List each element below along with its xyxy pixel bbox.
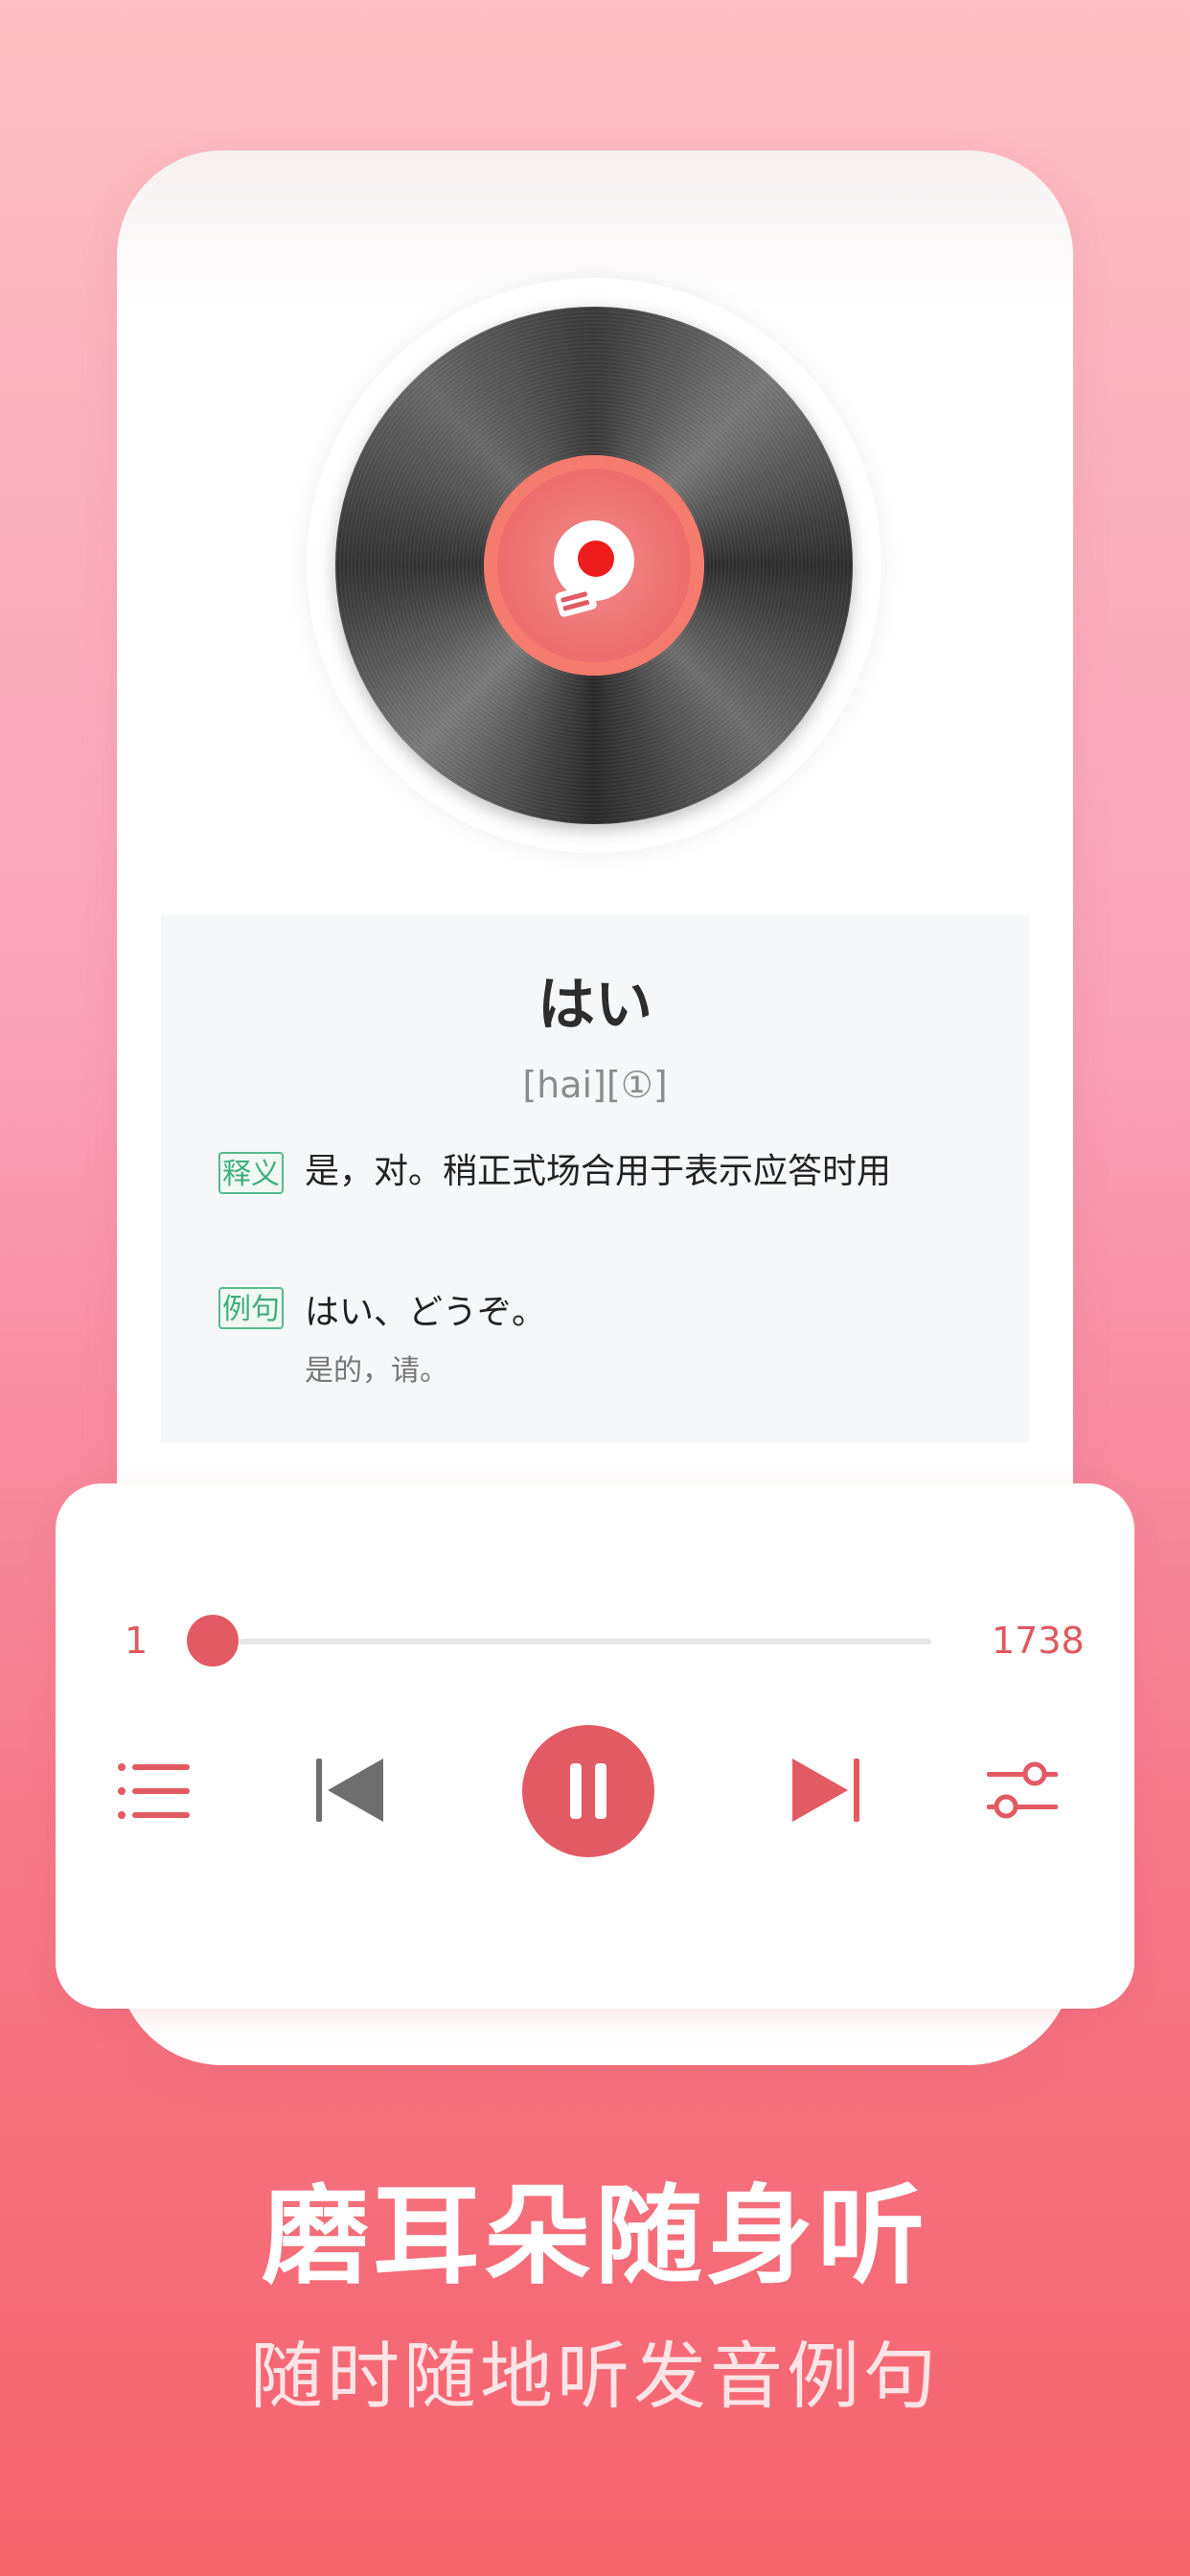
progress-thumb[interactable] bbox=[187, 1615, 239, 1667]
definition-text: 是，对。稍正式场合用于表示应答时用 bbox=[305, 1152, 892, 1191]
example-translation: 是的，请。 bbox=[305, 1354, 448, 1388]
example-text: はい、どうぞ。 bbox=[305, 1293, 547, 1332]
app-logo-icon bbox=[554, 520, 634, 617]
playlist-icon[interactable] bbox=[117, 1761, 192, 1821]
example-tag: 例句 bbox=[218, 1287, 284, 1329]
promo-headline: 磨耳朵随身听 bbox=[262, 2174, 928, 2299]
progress-track[interactable] bbox=[240, 1639, 931, 1644]
word-kana: はい bbox=[538, 972, 652, 1039]
promo-subline: 随时随地听发音例句 bbox=[250, 2334, 940, 2419]
pause-button[interactable] bbox=[522, 1725, 654, 1857]
total-count: 1738 bbox=[992, 1620, 1085, 1662]
definition-tag: 释义 bbox=[218, 1152, 284, 1194]
settings-sliders-icon[interactable] bbox=[985, 1761, 1060, 1821]
previous-icon[interactable] bbox=[314, 1757, 387, 1824]
next-icon[interactable] bbox=[789, 1757, 861, 1824]
word-phonetic: [hai][①] bbox=[522, 1064, 668, 1106]
current-position: 1 bbox=[125, 1620, 149, 1662]
